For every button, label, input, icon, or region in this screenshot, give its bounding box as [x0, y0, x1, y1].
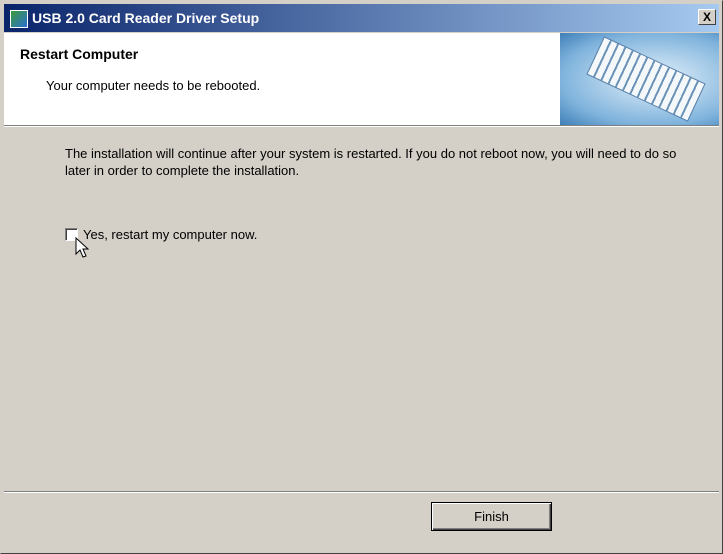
setup-window: USB 2.0 Card Reader Driver Setup X Resta…: [0, 0, 723, 554]
keyboard-icon: [586, 36, 706, 122]
footer-divider: [4, 491, 719, 493]
page-title: Restart Computer: [20, 46, 139, 62]
restart-message: The installation will continue after you…: [65, 146, 677, 178]
close-button[interactable]: X: [698, 9, 716, 25]
mouse-cursor-icon: [75, 237, 89, 258]
page-subtitle: Your computer needs to be rebooted.: [46, 78, 261, 93]
setup-app-icon: [10, 10, 28, 28]
window-title: USB 2.0 Card Reader Driver Setup: [32, 10, 260, 26]
title-bar[interactable]: USB 2.0 Card Reader Driver Setup X: [4, 4, 719, 32]
header-divider: [4, 126, 719, 127]
finish-button[interactable]: Finish: [431, 502, 552, 531]
header-panel: Restart Computer Your computer needs to …: [4, 33, 719, 126]
keyboard-banner-image: [560, 33, 719, 125]
restart-now-label[interactable]: Yes, restart my computer now.: [83, 227, 257, 242]
